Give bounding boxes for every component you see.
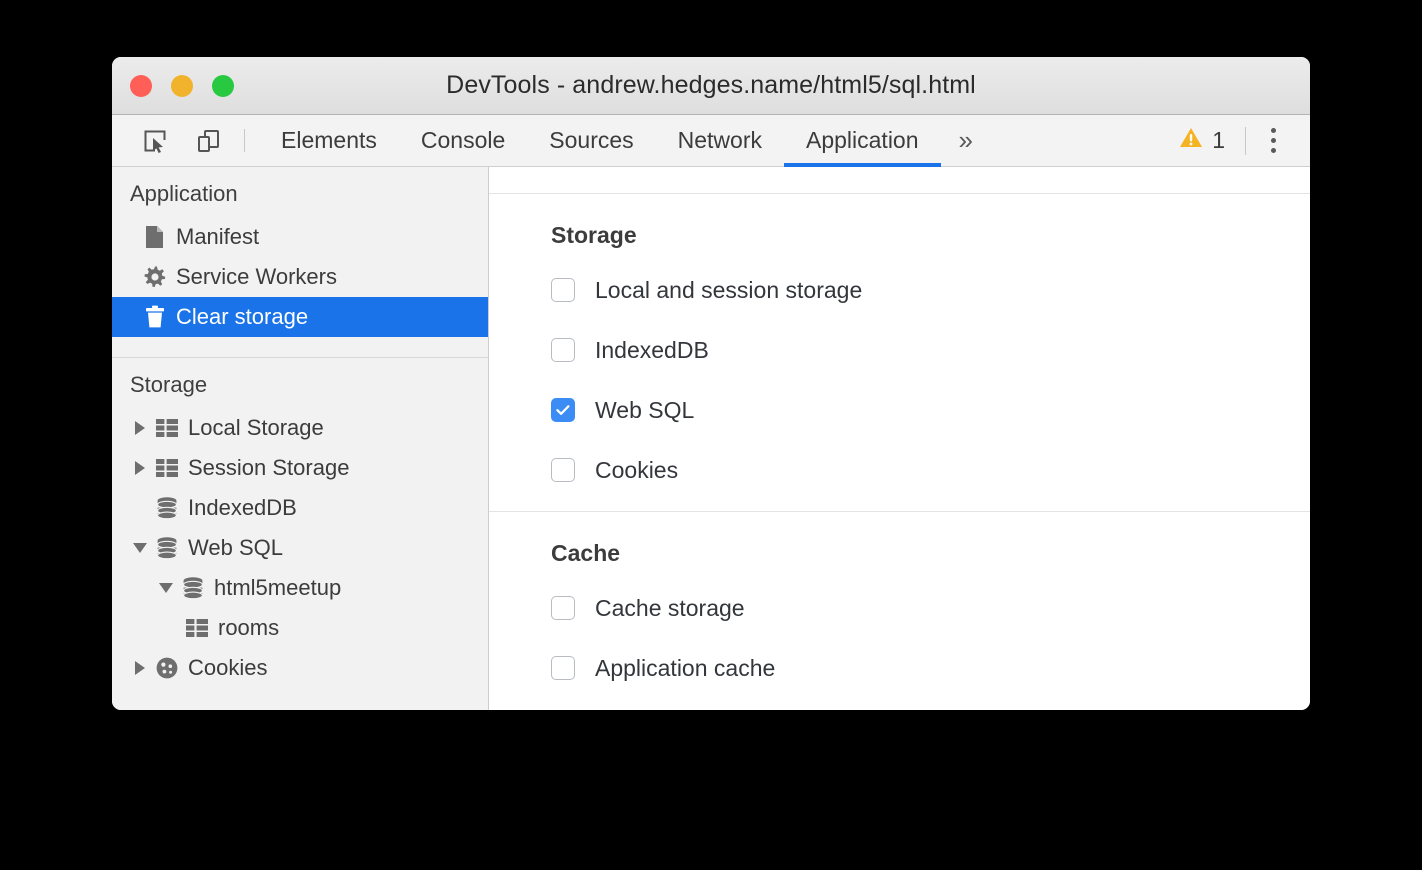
checkbox-web-sql[interactable] <box>551 398 575 422</box>
database-icon <box>152 536 182 560</box>
checkbox-cookies[interactable] <box>551 458 575 482</box>
devtools-body: Application Manifest Service <box>112 167 1310 710</box>
warning-triangle-icon <box>1178 125 1204 156</box>
sidebar-item-web-sql-label: Web SQL <box>188 535 283 561</box>
tab-sources[interactable]: Sources <box>527 115 655 166</box>
sidebar-item-web-sql[interactable]: Web SQL <box>112 528 488 568</box>
chevron-down-icon[interactable] <box>154 583 178 593</box>
chevron-down-icon[interactable] <box>128 543 152 553</box>
toolbar-right-divider <box>1245 127 1246 155</box>
sidebar-item-rooms[interactable]: rooms <box>112 608 488 648</box>
cache-section: Cache Cache storage Application cache <box>489 511 1310 709</box>
sidebar-item-rooms-label: rooms <box>218 615 279 641</box>
sidebar-item-html5meetup[interactable]: html5meetup <box>112 568 488 608</box>
checkbox-cache-storage[interactable] <box>551 596 575 620</box>
chevron-right-icon[interactable] <box>128 661 152 675</box>
tab-application-label: Application <box>806 127 919 154</box>
sidebar-item-local-storage-label: Local Storage <box>188 415 324 441</box>
kebab-dot-1 <box>1271 128 1276 133</box>
sidebar-item-indexeddb-label: IndexedDB <box>188 495 297 521</box>
devtools-window: DevTools - andrew.hedges.name/html5/sql.… <box>112 57 1310 710</box>
checkbox-indexeddb[interactable] <box>551 338 575 362</box>
sidebar-item-session-storage[interactable]: Session Storage <box>112 448 488 488</box>
sidebar-group-application-title: Application <box>112 167 488 217</box>
sidebar-group-storage-title: Storage <box>112 358 488 408</box>
database-icon <box>178 576 208 600</box>
sidebar-item-cookies[interactable]: Cookies <box>112 648 488 688</box>
tab-console[interactable]: Console <box>399 115 527 166</box>
table-icon <box>152 418 182 438</box>
kebab-dot-2 <box>1271 138 1276 143</box>
tab-sources-label: Sources <box>549 127 633 154</box>
database-icon <box>152 496 182 520</box>
checkbox-cache-storage-label: Cache storage <box>595 595 745 622</box>
table-icon <box>152 458 182 478</box>
tab-network[interactable]: Network <box>656 115 784 166</box>
toolbar-icon-group <box>112 115 228 166</box>
checkbox-row-cookies[interactable]: Cookies <box>551 451 1310 489</box>
chevron-right-icon[interactable] <box>128 421 152 435</box>
cache-section-heading: Cache <box>551 540 1310 567</box>
storage-section-heading: Storage <box>551 222 1310 249</box>
inspect-element-icon[interactable] <box>136 122 174 160</box>
sidebar-item-service-workers-label: Service Workers <box>176 264 337 290</box>
sidebar-item-clear-storage-label: Clear storage <box>176 304 308 330</box>
checkbox-application-cache-label: Application cache <box>595 655 775 682</box>
checkbox-row-web-sql[interactable]: Web SQL <box>551 391 1310 429</box>
application-sidebar: Application Manifest Service <box>112 167 489 710</box>
tab-console-label: Console <box>421 127 505 154</box>
kebab-dot-3 <box>1271 148 1276 153</box>
more-tabs-button[interactable]: » <box>941 115 991 166</box>
maximize-window-button[interactable] <box>212 75 234 97</box>
clear-storage-panel: Storage Local and session storage Indexe… <box>489 167 1310 710</box>
tab-elements[interactable]: Elements <box>259 115 399 166</box>
checkbox-local-and-session-storage-label: Local and session storage <box>595 277 862 304</box>
sidebar-item-session-storage-label: Session Storage <box>188 455 349 481</box>
warning-indicator[interactable]: 1 <box>1168 125 1235 156</box>
gear-icon <box>140 265 170 289</box>
checkbox-row-local-and-session-storage[interactable]: Local and session storage <box>551 271 1310 309</box>
window-titlebar: DevTools - andrew.hedges.name/html5/sql.… <box>112 57 1310 115</box>
close-window-button[interactable] <box>130 75 152 97</box>
tab-application[interactable]: Application <box>784 115 941 166</box>
tab-elements-label: Elements <box>281 127 377 154</box>
trash-icon <box>140 305 170 329</box>
sidebar-item-service-workers[interactable]: Service Workers <box>112 257 488 297</box>
kebab-menu-icon[interactable] <box>1256 122 1290 160</box>
traffic-lights <box>130 75 234 97</box>
toolbar-divider <box>244 129 245 152</box>
checkbox-application-cache[interactable] <box>551 656 575 680</box>
toolbar-right-group: 1 <box>1168 115 1310 166</box>
chevron-right-icon[interactable] <box>128 461 152 475</box>
chevron-double-right-icon: » <box>959 125 973 156</box>
checkmark-icon <box>554 401 572 419</box>
sidebar-item-indexeddb[interactable]: IndexedDB <box>112 488 488 528</box>
sidebar-item-clear-storage[interactable]: Clear storage <box>112 297 488 337</box>
checkbox-web-sql-label: Web SQL <box>595 397 694 424</box>
minimize-window-button[interactable] <box>171 75 193 97</box>
cookie-icon <box>152 656 182 680</box>
warning-count: 1 <box>1212 127 1225 154</box>
checkbox-local-and-session-storage[interactable] <box>551 278 575 302</box>
panel-tabs: Elements Console Sources Network Applica… <box>259 115 991 166</box>
checkbox-row-application-cache[interactable]: Application cache <box>551 649 1310 687</box>
table-icon <box>182 618 212 638</box>
sidebar-item-local-storage[interactable]: Local Storage <box>112 408 488 448</box>
checkbox-row-indexeddb[interactable]: IndexedDB <box>551 331 1310 369</box>
devtools-toolbar: Elements Console Sources Network Applica… <box>112 115 1310 167</box>
sidebar-item-html5meetup-label: html5meetup <box>214 575 341 601</box>
checkbox-cookies-label: Cookies <box>595 457 678 484</box>
sidebar-item-manifest-label: Manifest <box>176 224 259 250</box>
sidebar-item-cookies-label: Cookies <box>188 655 267 681</box>
storage-section: Storage Local and session storage Indexe… <box>489 194 1310 511</box>
sidebar-item-manifest[interactable]: Manifest <box>112 217 488 257</box>
checkbox-row-cache-storage[interactable]: Cache storage <box>551 589 1310 627</box>
window-title: DevTools - andrew.hedges.name/html5/sql.… <box>112 71 1310 100</box>
panel-toolbar <box>489 167 1310 194</box>
checkbox-indexeddb-label: IndexedDB <box>595 337 709 364</box>
tab-network-label: Network <box>678 127 762 154</box>
document-icon <box>140 225 170 249</box>
device-toolbar-icon[interactable] <box>190 122 228 160</box>
